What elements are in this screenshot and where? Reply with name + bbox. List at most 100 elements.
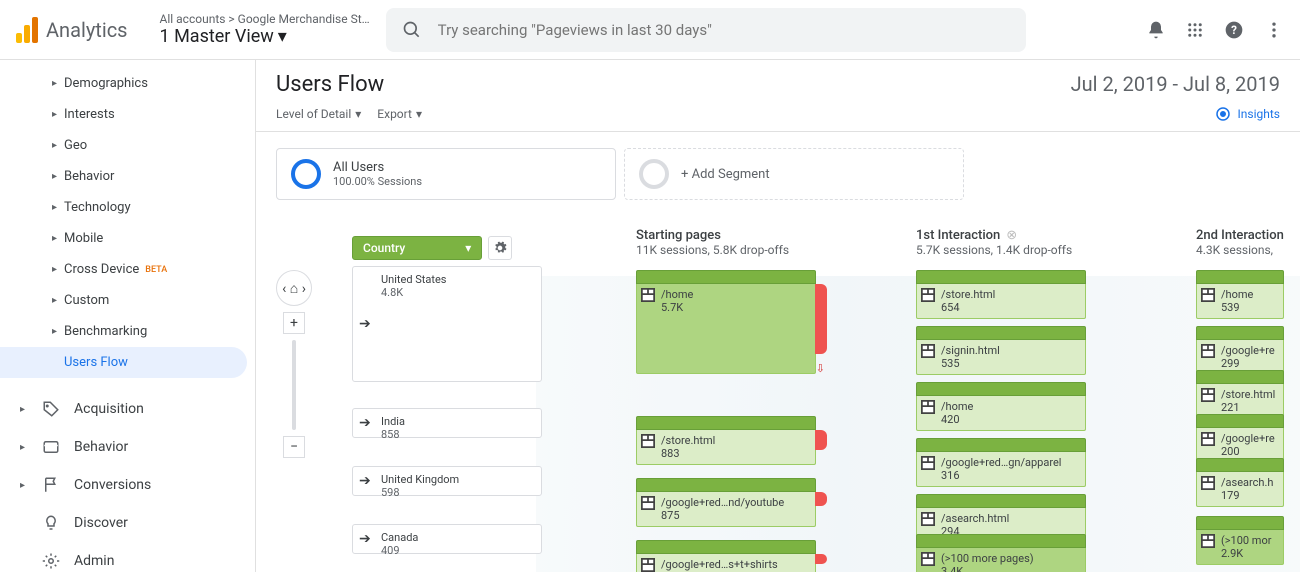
flow-page-node[interactable]: /signin.html535: [916, 326, 1086, 375]
date-range[interactable]: Jul 2, 2019 - Jul 8, 2019: [1071, 72, 1280, 96]
insights-button[interactable]: Insights: [1214, 105, 1280, 123]
sidebar-item-label: Technology: [64, 200, 131, 215]
page-icon: [1201, 288, 1215, 302]
sidebar-section-label: Admin: [74, 553, 114, 569]
flow-page-node[interactable]: /asearch.h179: [1196, 458, 1284, 507]
bell-icon[interactable]: [1146, 20, 1166, 40]
sidebar-section-acquisition[interactable]: ▸Acquisition: [0, 390, 255, 428]
flow-source-node[interactable]: ➔United Kingdom598: [352, 466, 542, 496]
content: Users Flow Jul 2, 2019 - Jul 8, 2019 Lev…: [256, 60, 1300, 572]
segment-placeholder-icon: [639, 159, 669, 189]
sidebar-item-behavior[interactable]: ▸Behavior: [0, 161, 255, 192]
page-icon: [1201, 344, 1215, 358]
caret-right-icon: ▸: [52, 264, 57, 275]
flow-page-node[interactable]: (>100 mor2.9K: [1196, 516, 1284, 565]
flow-page-node[interactable]: /google+red…s+t+shirts698: [636, 540, 816, 572]
pan-home-button[interactable]: ‹ ⌂ ›: [276, 270, 312, 306]
caret-right-icon: ▸: [20, 404, 28, 415]
sidebar-item-geo[interactable]: ▸Geo: [0, 130, 255, 161]
level-of-detail-dropdown[interactable]: Level of Detail▾: [276, 107, 361, 121]
flow-column-header: 2nd Interaction4.3K sessions,: [1196, 228, 1284, 257]
segment-all-users[interactable]: All Users100.00% Sessions: [276, 148, 616, 200]
flow-page-node[interactable]: (>100 more pages)3.4K: [916, 534, 1086, 572]
caret-right-icon: ▸: [52, 326, 57, 337]
property-selector[interactable]: All accounts > Google Merchandise St… 1 …: [160, 12, 370, 47]
page-title: Users Flow: [276, 72, 384, 97]
page-icon: [1201, 432, 1215, 446]
sidebar-item-benchmarking[interactable]: ▸Benchmarking: [0, 316, 255, 347]
flow-source-node[interactable]: ➔India858: [352, 408, 542, 438]
sidebar-item-interests[interactable]: ▸Interests: [0, 99, 255, 130]
page-icon: [921, 552, 935, 566]
search-input[interactable]: [438, 21, 1010, 39]
settings-button[interactable]: [488, 236, 512, 260]
sidebar-section-label: Discover: [74, 515, 128, 531]
flow-column-header: 1st Interaction⊗5.7K sessions, 1.4K drop…: [916, 228, 1072, 257]
view-name: 1 Master View: [160, 26, 274, 47]
search-icon: [402, 20, 422, 40]
flow-pan-zoom-controls: ‹ ⌂ › + −: [276, 270, 312, 458]
sidebar-section-label: Behavior: [74, 439, 128, 455]
sidebar-section-discover[interactable]: Discover: [0, 504, 255, 542]
dropoff-indicator: [815, 284, 827, 354]
tag-icon: [42, 400, 60, 418]
page-icon: [921, 512, 935, 526]
sidebar-section-label: Conversions: [74, 477, 151, 493]
flow-page-node[interactable]: /store.html883: [636, 416, 816, 465]
header-actions: ?: [1146, 20, 1284, 40]
flow-page-node[interactable]: /home539: [1196, 270, 1284, 319]
zoom-out-button[interactable]: −: [283, 436, 305, 458]
users-flow-canvas[interactable]: Country▾ ‹ ⌂ › + − Starting pages11K ses…: [256, 216, 1300, 572]
dropoff-arrow-icon: ⇩: [816, 362, 825, 375]
sidebar-item-technology[interactable]: ▸Technology: [0, 192, 255, 223]
sidebar-item-label: Users Flow: [64, 355, 128, 370]
flow-page-node[interactable]: /home420: [916, 382, 1086, 431]
sidebar-item-custom[interactable]: ▸ Custom: [0, 285, 255, 316]
flow-page-node[interactable]: /store.html654: [916, 270, 1086, 319]
page-icon: [1201, 476, 1215, 490]
sidebar-item-users-flow[interactable]: Users Flow: [0, 347, 247, 378]
sidebar-item-mobile[interactable]: ▸Mobile: [0, 223, 255, 254]
product-name: Analytics: [46, 18, 128, 42]
arrow-right-icon: ➔: [359, 531, 371, 547]
sidebar-item-cross-device[interactable]: ▸Cross Device: [0, 254, 255, 285]
sidebar-item-demographics[interactable]: ▸Demographics: [0, 68, 255, 99]
add-segment-button[interactable]: + Add Segment: [624, 148, 964, 200]
flow-page-node[interactable]: /home5.7K⇩: [636, 270, 816, 374]
close-icon[interactable]: ⊗: [1006, 228, 1017, 243]
chevron-down-icon: ▾: [278, 26, 287, 47]
flow-source-node[interactable]: ➔United States4.8K: [352, 266, 542, 382]
page-icon: [921, 400, 935, 414]
sidebar-section-behavior[interactable]: ▸ Behavior: [0, 428, 255, 466]
sidebar-item-label: Custom: [64, 293, 109, 308]
apps-icon[interactable]: [1186, 21, 1204, 39]
flow-page-node[interactable]: /google+re299: [1196, 326, 1284, 375]
help-icon[interactable]: ?: [1224, 20, 1244, 40]
flow-page-node[interactable]: /store.html221: [1196, 370, 1284, 419]
flow-page-node[interactable]: /google+red…gn/apparel316: [916, 438, 1086, 487]
caret-right-icon: ▸: [52, 295, 57, 306]
export-dropdown[interactable]: Export▾: [377, 107, 422, 121]
page-icon: [1201, 388, 1215, 402]
page-icon: [641, 496, 655, 510]
sidebar: ▸Demographics▸Interests▸Geo▸Behavior▸Tec…: [0, 60, 256, 572]
caret-right-icon: ▸: [20, 442, 28, 453]
sidebar-item-label: Mobile: [64, 231, 103, 246]
sidebar-section-admin[interactable]: Admin: [0, 542, 255, 572]
flow-column-header: Starting pages11K sessions, 5.8K drop-of…: [636, 228, 789, 257]
dimension-dropdown[interactable]: Country▾: [352, 236, 482, 260]
bulb-icon: [42, 514, 60, 532]
caret-right-icon: ▸: [52, 78, 57, 89]
toolbar: Level of Detail▾ Export▾ Insights: [256, 97, 1300, 132]
flow-page-node[interactable]: /google+re200: [1196, 414, 1284, 463]
caret-right-icon: ▸: [52, 140, 57, 151]
zoom-slider[interactable]: [292, 340, 296, 430]
zoom-in-button[interactable]: +: [283, 312, 305, 334]
page-icon: [921, 288, 935, 302]
logo[interactable]: Analytics: [16, 17, 128, 43]
flow-page-node[interactable]: /google+red…nd/youtube875: [636, 478, 816, 527]
sidebar-section-conversions[interactable]: ▸Conversions: [0, 466, 255, 504]
flow-source-node[interactable]: ➔Canada409: [352, 524, 542, 554]
more-icon[interactable]: [1264, 20, 1284, 40]
search-bar[interactable]: [386, 8, 1026, 52]
